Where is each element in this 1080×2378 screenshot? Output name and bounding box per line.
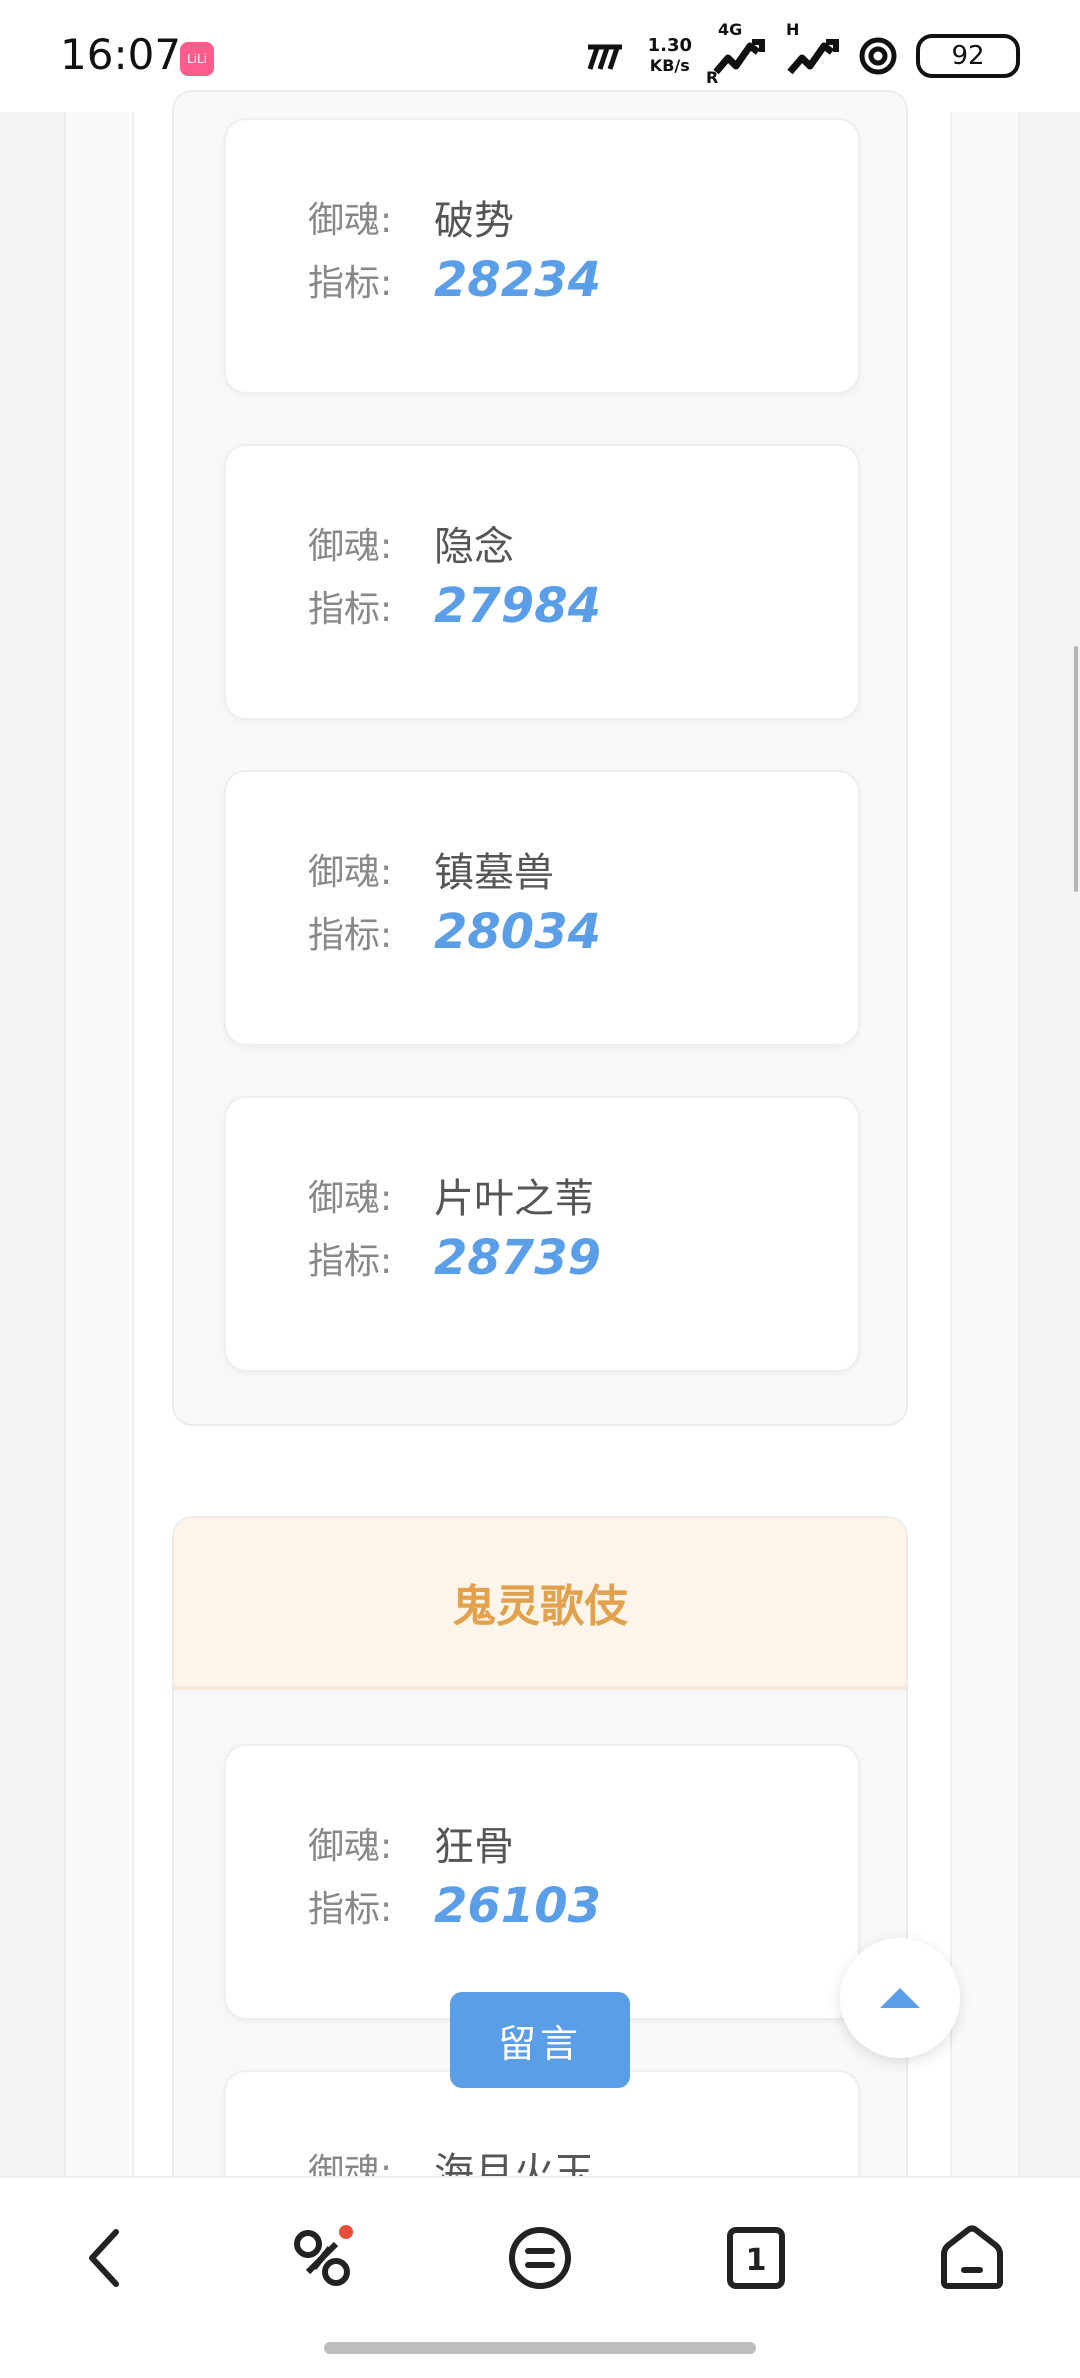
group-title: 鬼灵歌伎: [174, 1518, 906, 1690]
app-notification-icon: LiLi: [180, 42, 214, 76]
back-button[interactable]: [68, 2218, 148, 2298]
soul-group: 御魂: 破势 指标: 28234 御魂: 隐念 指标: 27984 御魂: 镇墓兽 指标:…: [172, 90, 908, 1426]
scrollbar[interactable]: [1074, 646, 1078, 892]
soul-label: 御魂:: [308, 1826, 393, 1867]
battery-indicator: 92: [916, 34, 1020, 78]
soul-label: 御魂:: [308, 852, 393, 893]
status-indicators: 1.30 KB/s 4G R H 92: [586, 20, 1020, 87]
metric-value: 27984: [434, 578, 601, 634]
soul-label: 御魂:: [308, 200, 393, 241]
metric-value: 28234: [434, 252, 601, 308]
link-button[interactable]: [284, 2218, 364, 2298]
hotspot-icon: [859, 37, 897, 75]
metric-label: 指标:: [308, 1889, 393, 1930]
message-button[interactable]: 留言: [450, 1992, 630, 2088]
soul-name: 镇墓兽: [434, 850, 554, 896]
tabs-icon: 1: [727, 2227, 785, 2289]
home-icon: [941, 2225, 1003, 2289]
metric-value: 26103: [434, 1878, 601, 1934]
soul-name: 片叶之苇: [434, 1176, 594, 1222]
soul-label: 御魂:: [308, 1178, 393, 1219]
tabs-button[interactable]: 1: [716, 2218, 796, 2298]
soul-card[interactable]: 御魂: 破势 指标: 28234: [224, 118, 860, 394]
soul-name: 狂骨: [434, 1824, 514, 1870]
link-icon: [294, 2225, 353, 2286]
home-button[interactable]: [932, 2218, 1012, 2298]
menu-button[interactable]: [500, 2218, 580, 2298]
signal-4g: 4G R: [706, 20, 766, 87]
chevron-left-icon: [89, 2229, 119, 2287]
soul-card[interactable]: 御魂: 片叶之苇 指标: 28739: [224, 1096, 860, 1372]
signal-h: H: [784, 20, 840, 84]
soul-card[interactable]: 御魂: 隐念 指标: 27984: [224, 444, 860, 720]
svg-text:1: 1: [746, 2243, 767, 2278]
gesture-bar[interactable]: [324, 2342, 756, 2354]
status-time: 16:07: [60, 30, 182, 79]
arrow-up-icon: [880, 1988, 920, 2008]
metric-label: 指标:: [308, 263, 393, 304]
soul-card[interactable]: 御魂: 狂骨 指标: 26103: [224, 1744, 860, 2020]
metric-label: 指标:: [308, 589, 393, 630]
soul-name: 隐念: [434, 524, 514, 570]
net-speed: 1.30 KB/s: [647, 35, 692, 76]
metric-value: 28739: [434, 1230, 601, 1286]
menu-icon: [509, 2227, 571, 2289]
nfc-icon: [587, 44, 622, 70]
soul-name: 破势: [434, 198, 514, 244]
soul-card[interactable]: 御魂: 镇墓兽 指标: 28034: [224, 770, 860, 1046]
metric-value: 28034: [434, 904, 601, 960]
metric-label: 指标:: [308, 915, 393, 956]
soul-group: 鬼灵歌伎 御魂: 狂骨 指标: 26103 御魂: 海月火玉: [172, 1516, 908, 2346]
metric-label: 指标:: [308, 1241, 393, 1282]
soul-label: 御魂:: [308, 526, 393, 567]
scroll-top-button[interactable]: [840, 1938, 960, 2058]
